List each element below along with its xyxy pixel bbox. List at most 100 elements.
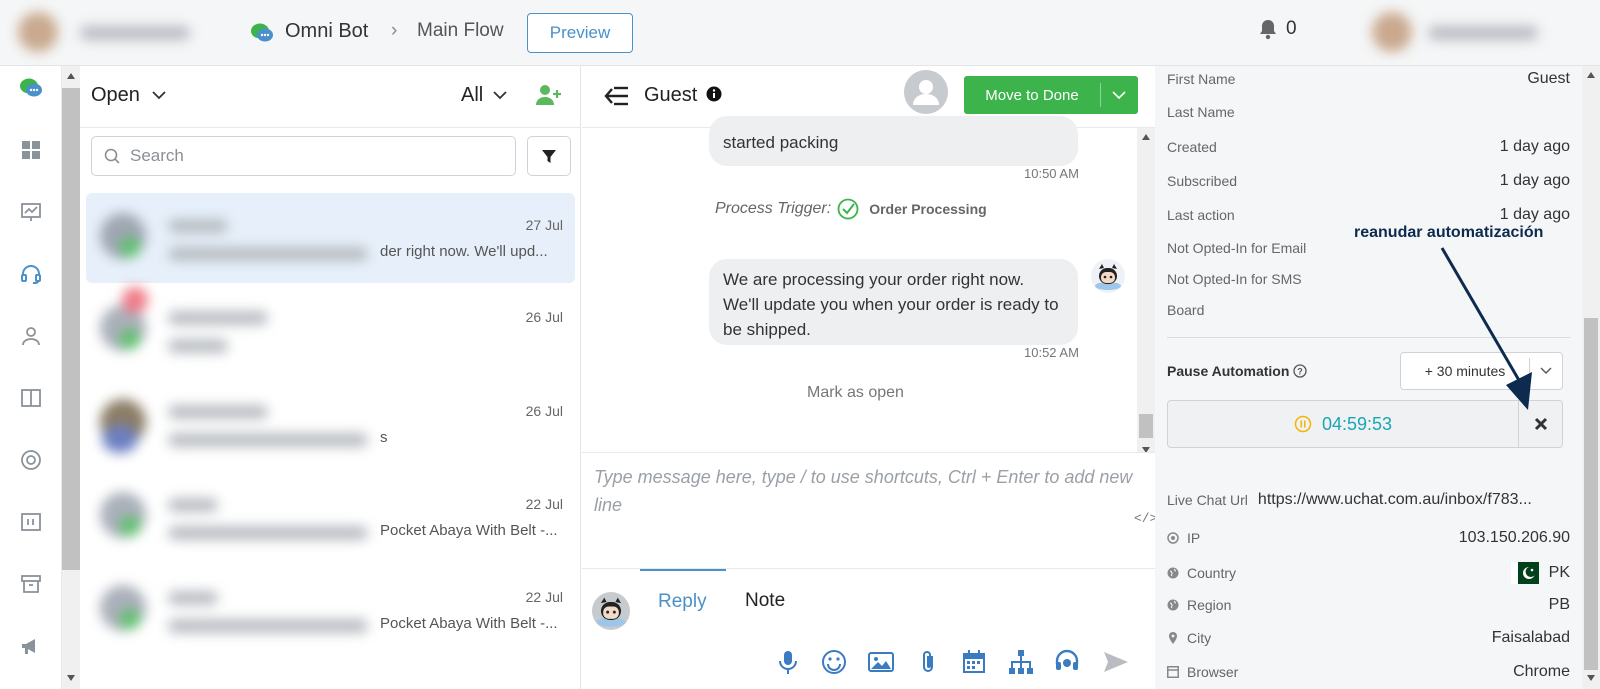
send-icon[interactable] (1102, 648, 1130, 676)
help-lifebuoy-icon[interactable] (19, 448, 43, 472)
info-icon[interactable] (706, 86, 722, 102)
scope-filter-dropdown[interactable]: All (461, 84, 507, 107)
browser-label: Browser (1187, 664, 1239, 680)
tab-note[interactable]: Note (745, 590, 785, 612)
conversation-item[interactable]: 26 Jul s (86, 379, 575, 469)
map-pin-icon (1169, 632, 1177, 644)
scroll-up-icon[interactable] (66, 72, 76, 80)
template-icon[interactable] (19, 510, 43, 534)
conversation-preview: Pocket Abaya With Belt -... (380, 615, 558, 632)
trigger-name[interactable]: Order Processing (869, 201, 987, 217)
conversation-date: 27 Jul (525, 217, 563, 233)
city-value: Faisalabad (1491, 629, 1570, 646)
field-row: First Name Guest (1167, 70, 1570, 88)
browser-value: Chrome (1513, 663, 1570, 680)
add-user-icon[interactable] (536, 84, 562, 106)
flow-sitemap-icon[interactable] (1007, 648, 1035, 676)
annotation-label: reanudar automatización (1354, 224, 1544, 241)
timer-value: 04:59:53 (1321, 413, 1393, 434)
conversation-item[interactable]: 27 Jul der right now. We'll upd... (86, 193, 575, 283)
image-icon[interactable] (867, 648, 895, 676)
field-value: 1 day ago (1499, 172, 1570, 189)
field-label: Not Opted-In for SMS (1167, 271, 1302, 287)
notification-count: 0 (1286, 18, 1297, 39)
search-input[interactable]: Search (91, 136, 516, 176)
status-filter-dropdown[interactable]: Open (91, 84, 166, 107)
chevron-down-icon (152, 91, 166, 100)
region-value: PB (1548, 596, 1570, 613)
emoji-icon[interactable] (820, 648, 848, 676)
live-chat-url[interactable]: https://www.uchat.com.au/inbox/f783... (1258, 491, 1532, 509)
megaphone-icon[interactable] (19, 634, 43, 658)
message-composer[interactable]: Type message here, type / to use shortcu… (582, 452, 1155, 569)
field-label: Subscribed (1167, 173, 1238, 189)
process-trigger: Process Trigger: Order Processing (715, 198, 987, 220)
annotation-arrow-icon (1440, 247, 1532, 410)
question-circle-icon[interactable]: ? (1293, 364, 1308, 378)
microphone-icon[interactable] (774, 648, 802, 676)
message-time: 10:52 AM (1024, 345, 1079, 360)
chat-scrollbar-thumb[interactable] (1139, 414, 1153, 438)
sidebar-scrollbar-thumb[interactable] (62, 88, 80, 570)
archive-icon[interactable] (19, 572, 43, 596)
notifications-button[interactable]: 0 (1258, 18, 1297, 40)
ip-value: 103.150.206.90 (1458, 529, 1570, 546)
country-label: Country (1187, 565, 1237, 581)
status-filter-label: Open (91, 84, 140, 106)
agent-headset-icon[interactable] (1053, 648, 1081, 676)
live-chat-label: Live Chat Url (1167, 492, 1248, 508)
message-time: 10:50 AM (1024, 166, 1079, 181)
support-headset-icon[interactable] (19, 262, 43, 286)
scroll-down-icon[interactable] (1586, 674, 1596, 682)
filter-button[interactable] (527, 136, 571, 176)
region-row: Region PB (1167, 596, 1570, 614)
globe-icon (1167, 599, 1179, 611)
chevron-down-icon[interactable] (1112, 90, 1126, 100)
scroll-up-icon[interactable] (1586, 71, 1596, 79)
code-icon[interactable]: </> (1134, 511, 1157, 526)
bell-icon (1260, 20, 1276, 40)
pause-circle-icon (1294, 415, 1312, 433)
chat-bubbles-icon[interactable] (19, 76, 43, 100)
tab-reply[interactable]: Reply (658, 591, 707, 613)
contact-name: Guest (644, 84, 698, 106)
conversation-date: 22 Jul (525, 589, 563, 605)
scroll-down-icon[interactable] (66, 674, 76, 682)
mark-as-open-link[interactable]: Mark as open (807, 384, 904, 402)
field-label: Created (1167, 139, 1217, 155)
analytics-icon[interactable] (19, 200, 43, 224)
close-icon (1534, 417, 1547, 431)
book-icon[interactable] (19, 386, 43, 410)
city-row: City Faisalabad (1167, 629, 1570, 647)
scope-filter-label: All (461, 84, 484, 106)
chat-scrollbar[interactable] (1137, 128, 1155, 452)
filter-funnel-icon (542, 150, 556, 163)
conversation-date: 26 Jul (525, 403, 563, 419)
flow-name[interactable]: Main Flow (417, 20, 504, 42)
bot-name[interactable]: Omni Bot (285, 20, 368, 43)
collapse-back-icon[interactable] (604, 86, 630, 106)
field-label: First Name (1167, 71, 1236, 87)
ip-label: IP (1187, 530, 1201, 546)
location-target-icon (1167, 532, 1179, 544)
preview-button[interactable]: Preview (527, 13, 633, 53)
conversation-item[interactable]: 22 Jul Pocket Abaya With Belt -... (86, 565, 575, 655)
live-chat-url-row: Live Chat Url https://www.uchat.com.au/i… (1167, 491, 1570, 509)
conversation-item[interactable]: 26 Jul (86, 285, 575, 375)
move-to-done-button[interactable]: Move to Done (964, 76, 1138, 114)
check-circle-icon (837, 198, 859, 220)
scroll-up-icon[interactable] (1141, 133, 1151, 141)
move-to-done-label: Move to Done (985, 86, 1079, 104)
attachment-icon[interactable] (914, 648, 942, 676)
pakistan-flag-icon (1510, 562, 1539, 584)
bot-message-bubble: started packing (709, 116, 1078, 166)
dashboard-icon[interactable] (19, 138, 43, 162)
conversation-date: 26 Jul (525, 309, 563, 325)
details-scrollbar-thumb[interactable] (1584, 318, 1598, 670)
bot-face-icon (596, 597, 626, 627)
calendar-icon[interactable] (960, 648, 988, 676)
field-row: Created 1 day ago (1167, 138, 1570, 156)
contacts-icon[interactable] (19, 324, 43, 348)
conversation-item[interactable]: 22 Jul Pocket Abaya With Belt -... (86, 472, 575, 562)
breadcrumb-chevron-icon: › (391, 20, 398, 41)
